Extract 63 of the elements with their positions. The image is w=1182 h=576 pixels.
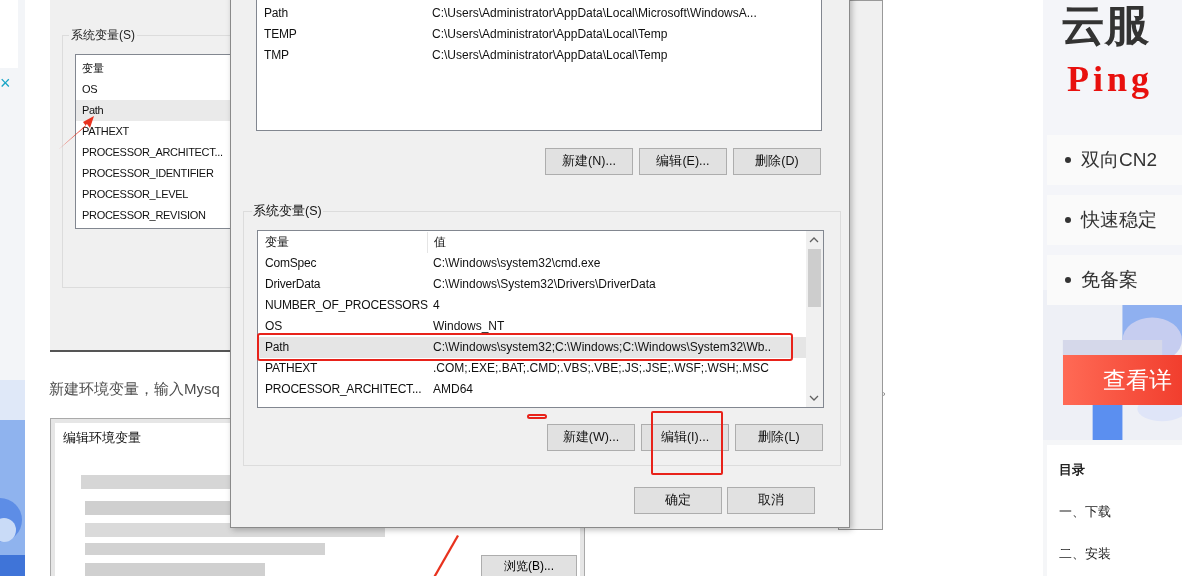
variable-name: DriverData (264, 276, 322, 293)
toc-link[interactable]: 二、安装 (1059, 545, 1182, 563)
group-label: 系统变量(S) (252, 203, 323, 220)
list-row[interactable]: ComSpec C:\Windows\system32\cmd.exe (258, 253, 806, 274)
variable-name: Path (264, 339, 290, 356)
toc-link[interactable]: 一、下载 (1059, 503, 1182, 521)
list-row[interactable]: TMP C:\Users\Administrator\AppData\Local\Temp (257, 45, 821, 66)
column-header[interactable]: 值 (428, 232, 446, 253)
variable-name: TEMP (263, 26, 298, 43)
list-row[interactable]: NUMBER_OF_PROCESSORS 4 (258, 295, 806, 316)
variable-name: NUMBER_OF_PROCESSORS (264, 297, 427, 314)
variable-value: C:\Windows\system32;C:\Windows;C:\Windows\System32\Wb.. (432, 339, 772, 356)
scrollbar-thumb[interactable] (808, 249, 821, 307)
toc-title: 目录 (1059, 461, 1086, 479)
variable-value: .COM;.EXE;.BAT;.CMD;.VBS;.VBE;.JS;.JSE;.WSF;.WSH;.MSC (432, 360, 769, 377)
variable-value: C:\Users\Administrator\AppData\Local\Temp (431, 47, 668, 64)
list-row[interactable]: TEMP C:\Users\Administrator\AppData\Local\Temp (257, 24, 821, 45)
column-header: 变量 (81, 61, 105, 76)
bullet-icon (1065, 157, 1071, 163)
variable-name: TMP (263, 47, 290, 64)
dialog-button[interactable]: 新建(N)... (545, 148, 633, 175)
scroll-up-icon[interactable] (809, 237, 819, 243)
list-row[interactable]: PATHEXT .COM;.EXE;.BAT;.CMD;.VBS;.VBE;.JS;.JSE;.WSF;.WSH;.MSC (258, 358, 806, 379)
variable-value: 4 (432, 297, 440, 314)
variable-name: OS (264, 318, 283, 335)
group-label: 系统变量(S) (69, 27, 137, 44)
scrollbar[interactable] (806, 231, 823, 407)
browse-button[interactable]: 浏览(B)... (481, 555, 577, 576)
column-header[interactable]: 变量 (258, 232, 428, 253)
feature-text: 双向CN2 (1081, 148, 1157, 172)
dialog-button[interactable]: 编辑(I)... (641, 424, 729, 451)
bullet-icon (1065, 277, 1071, 283)
list-row[interactable]: Path C:\Users\Administrator\AppData\Local\Microsoft\WindowsA... (257, 3, 821, 24)
dialog-button[interactable]: 取消 (727, 487, 815, 514)
ad-tagline: Ping (1067, 58, 1153, 100)
variable-name: PATHEXT (264, 360, 319, 377)
bullet-icon (1065, 217, 1071, 223)
annotation-box (651, 411, 723, 475)
window-title: 编辑环境变量 (63, 429, 141, 447)
paragraph-text: 新建环境变量，输入Mysq (49, 380, 220, 399)
dialog-button[interactable]: 确定 (634, 487, 722, 514)
scroll-down-icon[interactable] (809, 395, 819, 401)
list-row[interactable]: DriverData C:\Windows\System32\Drivers\DriverData (258, 274, 806, 295)
variable-name: ComSpec (264, 255, 318, 272)
list-row[interactable]: PROCESSOR_ARCHITECT... AMD64 (258, 379, 806, 400)
variable-value: C:\Windows\System32\Drivers\DriverData (432, 276, 656, 293)
variable-value: C:\Users\Administrator\AppData\Local\Temp (431, 26, 668, 43)
dialog-button[interactable]: 删除(L) (735, 424, 823, 451)
dialog-button[interactable]: 新建(W)... (547, 424, 635, 451)
variable-value: C:\Users\Administrator\AppData\Local\Microsoft\WindowsA... (431, 5, 757, 22)
list-row[interactable]: Path C:\Windows\system32;C:\Windows;C:\Windows\System32\Wb.. (258, 337, 806, 358)
variable-value: C:\Windows\system32\cmd.exe (432, 255, 601, 272)
ad-headline: 云服 (1061, 0, 1149, 51)
variable-name: PROCESSOR_ARCHITECT... (264, 381, 423, 398)
feature-text: 免备案 (1081, 268, 1138, 292)
feature-text: 快速稳定 (1081, 208, 1157, 232)
dialog-button[interactable]: 编辑(E)... (639, 148, 727, 175)
variable-name: Path (263, 5, 289, 22)
annotation-mark (527, 414, 547, 419)
variable-value: AMD64 (432, 381, 473, 398)
list-row[interactable]: OS Windows_NT (258, 316, 806, 337)
variable-value: Windows_NT (432, 318, 505, 335)
dialog-button[interactable]: 删除(D) (733, 148, 821, 175)
